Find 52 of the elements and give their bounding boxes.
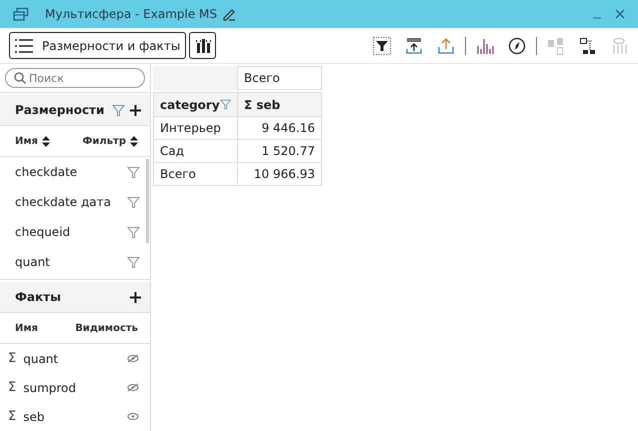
add-icon[interactable] <box>130 104 141 116</box>
sort-icon <box>130 136 138 146</box>
column-header[interactable]: Имя <box>15 136 50 146</box>
compass-icon[interactable] <box>508 36 526 54</box>
hierarchy-icon[interactable] <box>579 36 597 54</box>
fact-name: seb <box>23 410 44 424</box>
section-title: Размерности <box>15 103 104 117</box>
columns-icon <box>194 38 211 54</box>
fact-name: sumprod <box>23 380 76 394</box>
dimension-item[interactable]: chequeid <box>0 217 145 247</box>
dimension-name: chequeid <box>15 225 70 239</box>
add-icon[interactable] <box>130 292 141 302</box>
table-cell: 10 966.93 <box>237 162 322 186</box>
sigma-icon: Σ <box>8 409 16 424</box>
eye-crossed-icon[interactable] <box>127 354 139 363</box>
edit-icon[interactable] <box>223 8 236 20</box>
sigma-icon: Σ <box>8 351 16 366</box>
scrollbar[interactable] <box>146 159 149 243</box>
dimension-item[interactable]: checkdate <box>0 157 145 187</box>
eye-icon[interactable] <box>127 412 139 421</box>
fact-item[interactable]: Σ quant <box>0 344 150 373</box>
sigma-icon: Σ <box>8 380 16 395</box>
dimension-item[interactable]: checkdate дата <box>0 187 145 217</box>
measure-header: Σ seb <box>237 92 322 117</box>
eye-crossed-icon[interactable] <box>127 383 139 392</box>
dimension-item[interactable]: quant <box>0 247 145 277</box>
windows-icon <box>13 7 29 21</box>
dimensions-facts-button[interactable]: Размерности и факты <box>9 32 186 59</box>
column-header[interactable]: Фильтр <box>82 136 138 146</box>
list-icon <box>15 38 33 52</box>
close-icon[interactable] <box>614 8 626 20</box>
sort-icon <box>42 136 50 146</box>
section-title: Факты <box>15 290 61 304</box>
column-header: Имя <box>15 322 38 334</box>
dimension-name: checkdate <box>15 165 78 179</box>
column-header: Всего <box>237 66 322 90</box>
search-icon <box>14 72 26 84</box>
dimension-name: checkdate дата <box>15 195 111 209</box>
search-field[interactable]: Поиск <box>5 68 145 88</box>
window-title: Мультисфера - Example MS <box>45 7 218 21</box>
column-header: Видимость <box>75 322 138 334</box>
column-settings-button[interactable] <box>189 32 216 59</box>
collapse-icon[interactable] <box>405 36 423 54</box>
fact-item[interactable]: Σ seb <box>0 402 150 431</box>
fact-name: quant <box>23 352 58 366</box>
field-name: category <box>160 98 220 112</box>
dimension-name: quant <box>15 255 50 269</box>
bar-chart-icon[interactable] <box>476 36 494 54</box>
upload-icon[interactable] <box>437 36 455 54</box>
row-label: Всего <box>153 162 238 186</box>
fact-item[interactable]: Σ sumprod <box>0 373 150 402</box>
filter-icon[interactable] <box>373 36 391 54</box>
